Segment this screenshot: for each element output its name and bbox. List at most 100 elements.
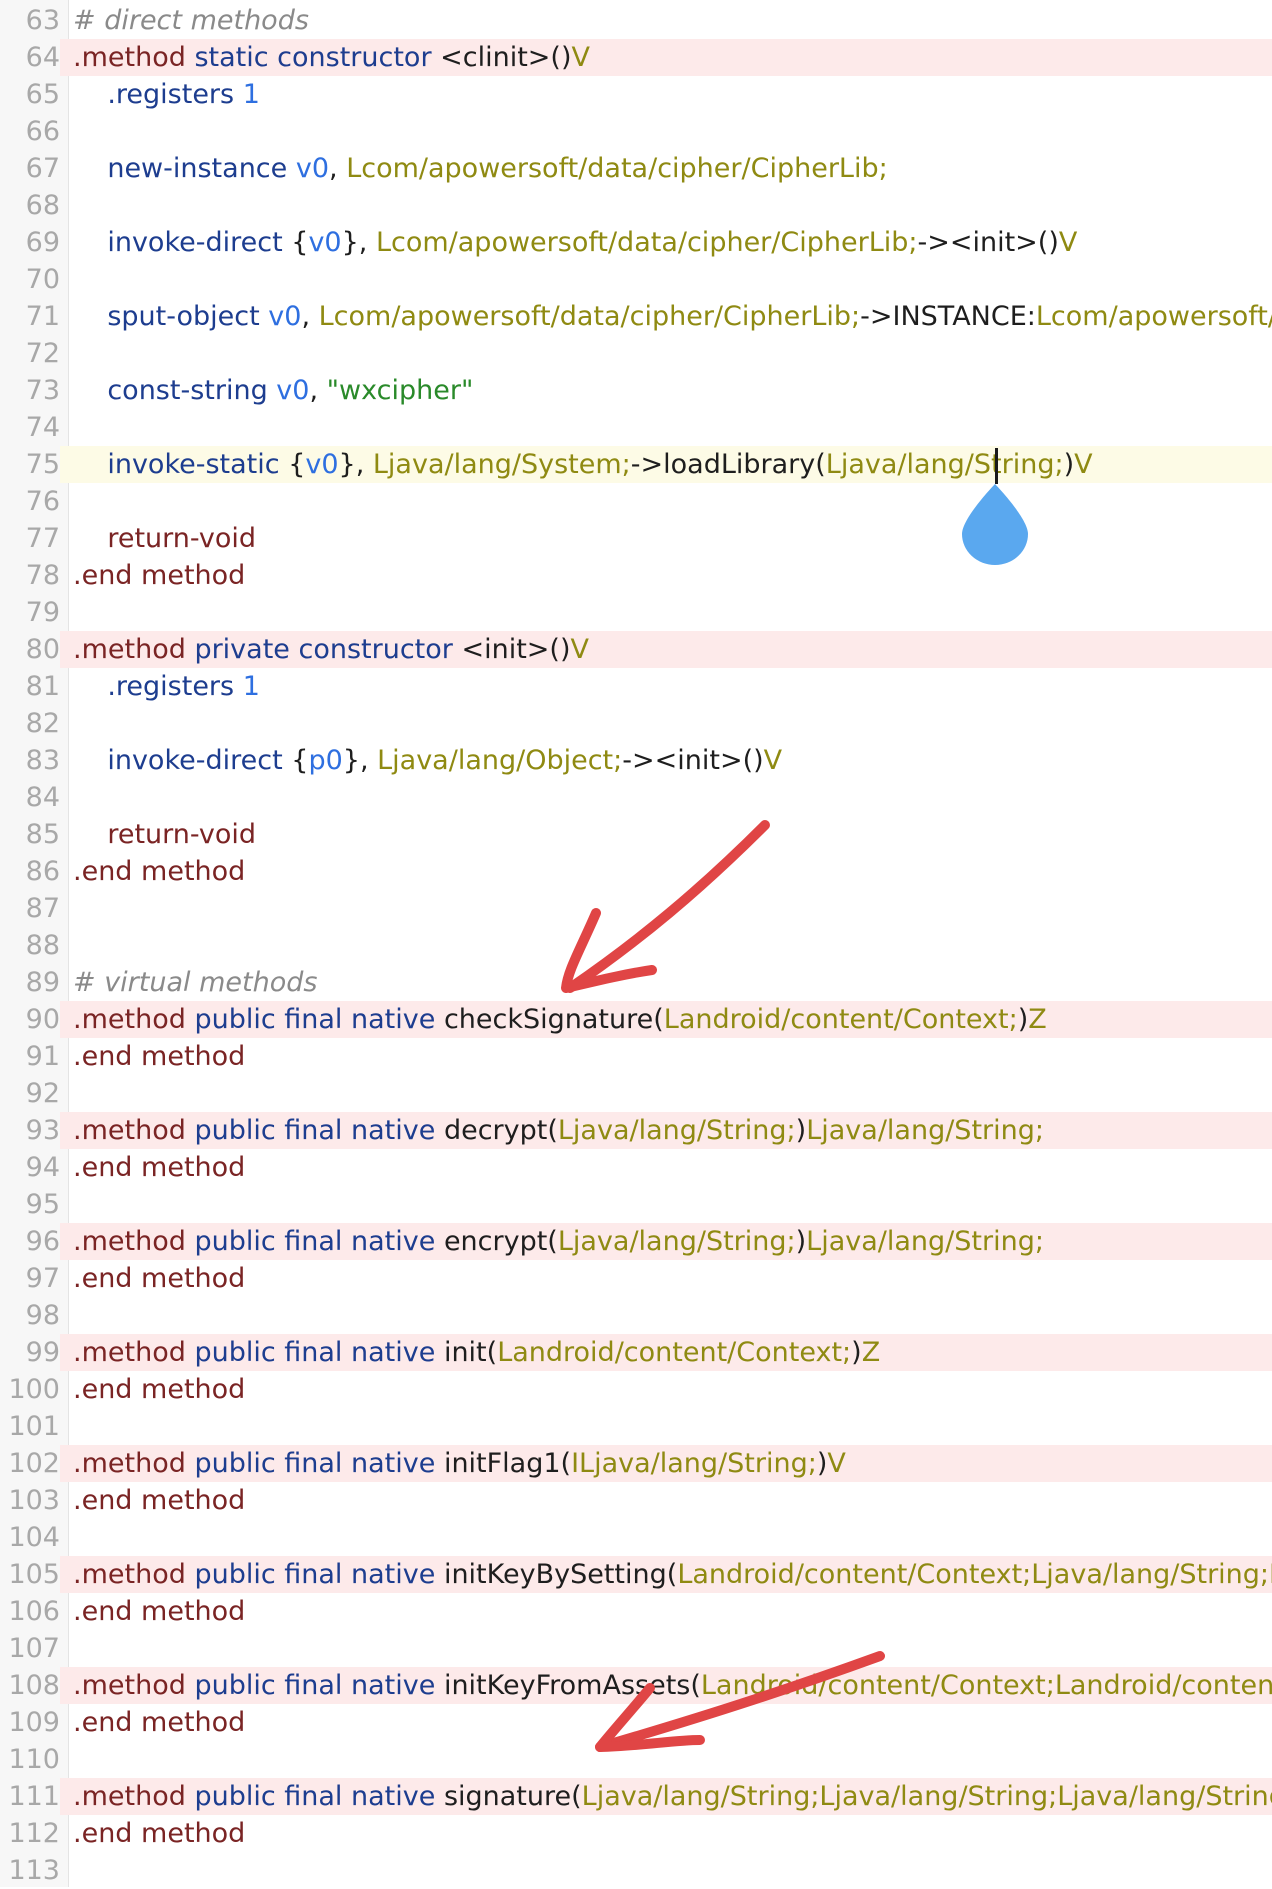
code-line[interactable]: 65 .registers 1 xyxy=(0,76,1272,113)
code-token: v0 xyxy=(295,153,330,184)
code-token: <init>() xyxy=(461,634,571,665)
code-line[interactable]: 73 const-string v0, "wxcipher" xyxy=(0,372,1272,409)
code-token: public final native xyxy=(194,1670,444,1701)
code-line[interactable]: 108 .method public final native initKeyFr… xyxy=(0,1667,1272,1704)
line-number: 95 xyxy=(25,1189,60,1220)
code-token: Ljava/lang/Object; xyxy=(377,745,623,776)
code-line[interactable]: 85 return-void xyxy=(0,816,1272,853)
code-line[interactable]: 67 new-instance v0, Lcom/apowersoft/data… xyxy=(0,150,1272,187)
line-number: 91 xyxy=(25,1041,60,1072)
code-token: .end method xyxy=(73,1374,246,1405)
code-line[interactable]: 107 xyxy=(0,1630,1272,1667)
code-line[interactable]: 104 xyxy=(0,1519,1272,1556)
code-line[interactable]: 86 .end method xyxy=(0,853,1272,890)
code-line[interactable]: 111 .method public final native signature… xyxy=(0,1778,1272,1815)
code-token: public final native xyxy=(194,1337,444,1368)
code-line[interactable]: 66 xyxy=(0,113,1272,150)
code-line[interactable]: 96 .method public final native encrypt(Lj… xyxy=(0,1223,1272,1260)
code-line[interactable]: 78 .end method xyxy=(0,557,1272,594)
code-token: return-void xyxy=(73,523,257,554)
code-token: p0 xyxy=(308,745,343,776)
code-line[interactable]: 105 .method public final native initKeyBy… xyxy=(0,1556,1272,1593)
line-number: 100 xyxy=(8,1374,60,1405)
code-line[interactable]: 84 xyxy=(0,779,1272,816)
code-text: return-void xyxy=(73,520,256,557)
code-line[interactable]: 88 xyxy=(0,927,1272,964)
code-line[interactable]: 99 .method public final native init(Landr… xyxy=(0,1334,1272,1371)
line-number: 110 xyxy=(8,1744,60,1775)
code-text: .method public final native initKeyFromA… xyxy=(73,1667,1272,1704)
code-text: .end method xyxy=(73,1593,245,1630)
code-line[interactable]: 80 .method private constructor <init>()V xyxy=(0,631,1272,668)
code-line[interactable]: 75 invoke-static {v0}, Ljava/lang/System… xyxy=(0,446,1272,483)
code-token: Ljava/lang/String;Ljava/lang/String;Ljav… xyxy=(581,1781,1272,1812)
code-line[interactable]: 101 xyxy=(0,1408,1272,1445)
code-line[interactable]: 82 xyxy=(0,705,1272,742)
code-line[interactable]: 94 .end method xyxy=(0,1149,1272,1186)
code-line[interactable]: 68 xyxy=(0,187,1272,224)
code-line[interactable]: 98 xyxy=(0,1297,1272,1334)
line-number: 77 xyxy=(25,523,60,554)
code-line[interactable]: 110 xyxy=(0,1741,1272,1778)
code-line[interactable]: 93 .method public final native decrypt(Lj… xyxy=(0,1112,1272,1149)
code-line[interactable]: 106 .end method xyxy=(0,1593,1272,1630)
code-line[interactable]: 91 .end method xyxy=(0,1038,1272,1075)
code-line[interactable]: 63 # direct methods xyxy=(0,2,1272,39)
line-number: 80 xyxy=(0,631,60,668)
code-line[interactable]: 100 .end method xyxy=(0,1371,1272,1408)
code-token: v0 xyxy=(268,301,302,332)
code-line[interactable]: 64 .method static constructor <clinit>()V xyxy=(0,39,1272,76)
code-line[interactable]: 109 .end method xyxy=(0,1704,1272,1741)
code-line[interactable]: 87 xyxy=(0,890,1272,927)
code-token: # direct methods xyxy=(73,5,309,36)
code-text: .end method xyxy=(73,1371,245,1408)
code-line[interactable]: 81 .registers 1 xyxy=(0,668,1272,705)
code-editor[interactable]: 63 # direct methods 64 .method static const… xyxy=(0,0,1272,1887)
code-text: new-instance v0, Lcom/apowersoft/data/ci… xyxy=(73,150,887,187)
line-number: 66 xyxy=(25,116,60,147)
code-line[interactable]: 113 xyxy=(0,1852,1272,1889)
code-line[interactable]: 76 xyxy=(0,483,1272,520)
line-number: 70 xyxy=(25,264,60,295)
code-token: , xyxy=(309,375,327,406)
code-token: v0 xyxy=(276,375,310,406)
code-token: init( xyxy=(443,1337,498,1368)
code-token: -><init>() xyxy=(622,745,764,776)
line-number: 92 xyxy=(25,1078,60,1109)
code-token: .registers xyxy=(73,79,243,110)
code-line[interactable]: 83 invoke-direct {p0}, Ljava/lang/Object… xyxy=(0,742,1272,779)
teardrop-handle-icon[interactable] xyxy=(958,482,1032,566)
code-line[interactable]: 97 .end method xyxy=(0,1260,1272,1297)
code-line[interactable]: 102 .method public final native initFlag1… xyxy=(0,1445,1272,1482)
code-line[interactable]: 89 # virtual methods xyxy=(0,964,1272,1001)
code-line[interactable]: 74 xyxy=(0,409,1272,446)
code-line[interactable]: 77 return-void xyxy=(0,520,1272,557)
code-line[interactable]: 70 xyxy=(0,261,1272,298)
code-token: private constructor xyxy=(194,634,462,665)
code-token: Z xyxy=(1028,1004,1047,1035)
code-line[interactable]: 95 xyxy=(0,1186,1272,1223)
line-number: 86 xyxy=(25,856,60,887)
code-text: .method static constructor <clinit>()V xyxy=(73,39,590,76)
code-token: public final native xyxy=(194,1448,444,1479)
code-token: Landroid/content/Context;Landroid/conten… xyxy=(700,1670,1272,1701)
code-line[interactable]: 112 .end method xyxy=(0,1815,1272,1852)
code-line[interactable]: 79 xyxy=(0,594,1272,631)
code-token: }, xyxy=(338,449,373,480)
text-caret xyxy=(995,448,998,484)
code-text: .method public final native initKeyBySet… xyxy=(73,1556,1272,1593)
code-line[interactable]: 71 sput-object v0, Lcom/apowersoft/data/… xyxy=(0,298,1272,335)
code-line[interactable]: 69 invoke-direct {v0}, Lcom/apowersoft/d… xyxy=(0,224,1272,261)
code-token: public final native xyxy=(194,1115,444,1146)
code-line[interactable]: 72 xyxy=(0,335,1272,372)
code-line[interactable]: 92 xyxy=(0,1075,1272,1112)
code-token: Ljava/lang/String; xyxy=(557,1226,796,1257)
code-token: ILjava/lang/String; xyxy=(571,1448,817,1479)
code-token: Lcom/apowersoft/data/cipher/CipherLib; xyxy=(318,301,861,332)
code-token: V xyxy=(571,42,590,73)
line-number: 97 xyxy=(25,1263,60,1294)
code-token: Ljava/lang/String; xyxy=(825,449,1064,480)
code-line[interactable]: 103 .end method xyxy=(0,1482,1272,1519)
code-text: .end method xyxy=(73,1038,245,1075)
code-line[interactable]: 90 .method public final native checkSigna… xyxy=(0,1001,1272,1038)
